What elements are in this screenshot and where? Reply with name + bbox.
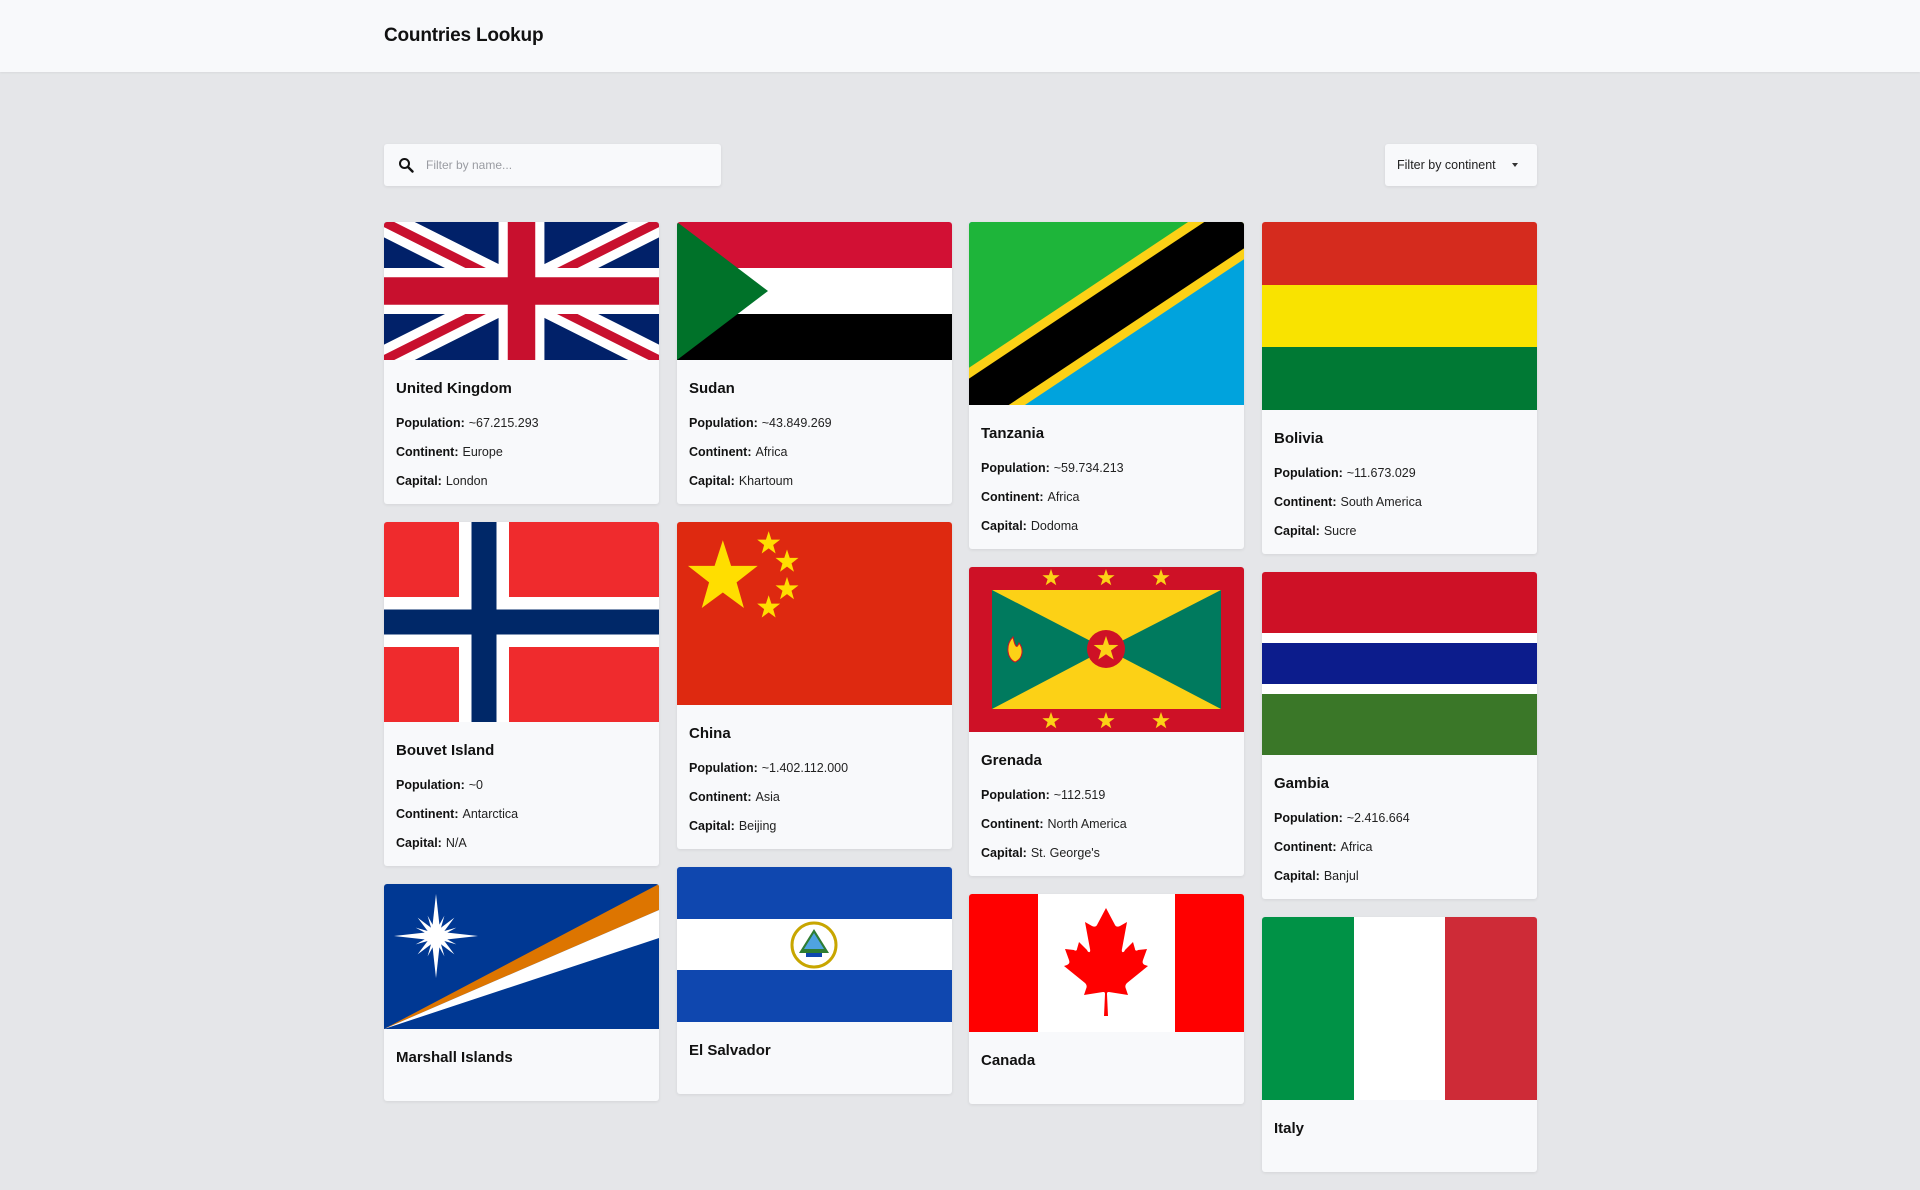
card-column: United Kingdom Population: ~67.215.293 Co… (384, 222, 659, 1119)
continent-row: Continent: Africa (689, 445, 788, 459)
population-row: Population: ~0 (396, 778, 484, 792)
country-card[interactable]: Gambia Population: ~2.416.664 Continent: A… (1262, 572, 1537, 899)
country-card[interactable]: Bouvet Island Population: ~0 Continent: An… (384, 522, 659, 866)
country-card[interactable]: El Salvador (677, 867, 952, 1094)
country-name: Sudan (689, 380, 735, 397)
continent-row: Continent: North America (981, 817, 1127, 831)
population-row: Population: ~43.849.269 (689, 416, 832, 430)
flag-sudan (677, 222, 952, 360)
capital-row: Capital: London (396, 474, 488, 488)
continent-row: Continent: Asia (689, 790, 780, 804)
population-row: Population: ~2.416.664 (1274, 811, 1410, 825)
country-name: Marshall Islands (396, 1049, 513, 1066)
app-header: Countries Lookup (0, 0, 1920, 72)
country-name: China (689, 725, 731, 742)
search-box[interactable] (384, 144, 721, 186)
country-name: Bouvet Island (396, 742, 495, 759)
country-card[interactable]: Sudan Population: ~43.849.269 Continent: A… (677, 222, 952, 504)
capital-row: Capital: Beijing (689, 819, 777, 833)
capital-row: Capital: Banjul (1274, 869, 1359, 883)
country-name: Canada (981, 1052, 1036, 1069)
flag-marshall-islands (384, 884, 659, 1029)
capital-row: Capital: Khartoum (689, 474, 794, 488)
country-card[interactable]: Grenada Population: ~112.519 Continent: No… (969, 567, 1244, 876)
country-card[interactable]: United Kingdom Population: ~67.215.293 Co… (384, 222, 659, 504)
search-icon (399, 158, 414, 173)
search-input[interactable] (426, 158, 696, 172)
population-row: Population: ~67.215.293 (396, 416, 539, 430)
country-card[interactable]: China Population: ~1.402.112.000 Continen… (677, 522, 952, 849)
continent-row: Continent: Africa (1274, 840, 1373, 854)
flag-el-salvador (677, 867, 952, 1022)
country-name: Grenada (981, 752, 1042, 769)
country-card[interactable]: Italy (1262, 917, 1537, 1172)
flag-tanzania (969, 222, 1244, 405)
country-name: Bolivia (1274, 430, 1324, 447)
country-card[interactable]: Bolivia Population: ~11.673.029 Continent… (1262, 222, 1537, 554)
capital-row: Capital: Sucre (1274, 524, 1357, 538)
continent-row: Continent: South America (1274, 495, 1422, 509)
flag-united-kingdom (384, 222, 659, 360)
flag-canada (969, 894, 1244, 1032)
flag-grenada (969, 567, 1244, 732)
flag-bolivia (1262, 222, 1537, 410)
population-row: Population: ~112.519 (981, 788, 1106, 802)
flag-china (677, 522, 952, 705)
country-name: United Kingdom (396, 380, 512, 397)
country-card[interactable]: Marshall Islands (384, 884, 659, 1101)
country-name: El Salvador (689, 1042, 771, 1059)
continent-filter-dropdown[interactable]: Filter by continent (1385, 144, 1537, 186)
card-column: Sudan Population: ~43.849.269 Continent: A… (677, 222, 952, 1112)
population-row: Population: ~1.402.112.000 (689, 761, 849, 775)
capital-row: Capital: N/A (396, 836, 467, 850)
chevron-down-icon (1512, 163, 1518, 167)
app-title: Countries Lookup (384, 25, 544, 46)
country-name: Gambia (1274, 775, 1330, 792)
continent-row: Continent: Antarctica (396, 807, 519, 821)
flag-bouvet-island (384, 522, 659, 722)
population-row: Population: ~59.734.213 (981, 461, 1124, 475)
flag-italy (1262, 917, 1537, 1100)
flag-gambia (1262, 572, 1537, 755)
continent-row: Continent: Europe (396, 445, 503, 459)
card-column: Bolivia Population: ~11.673.029 Continent… (1262, 222, 1537, 1190)
continent-filter-label: Filter by continent (1397, 158, 1496, 172)
population-row: Population: ~11.673.029 (1274, 466, 1416, 480)
continent-row: Continent: Africa (981, 490, 1080, 504)
country-card[interactable]: Tanzania Population: ~59.734.213 Continen… (969, 222, 1244, 549)
capital-row: Capital: St. George's (981, 846, 1100, 860)
country-name: Tanzania (981, 425, 1045, 442)
country-name: Italy (1274, 1120, 1305, 1137)
card-column: Tanzania Population: ~59.734.213 Continen… (969, 222, 1244, 1122)
capital-row: Capital: Dodoma (981, 519, 1079, 533)
country-card[interactable]: Canada (969, 894, 1244, 1104)
